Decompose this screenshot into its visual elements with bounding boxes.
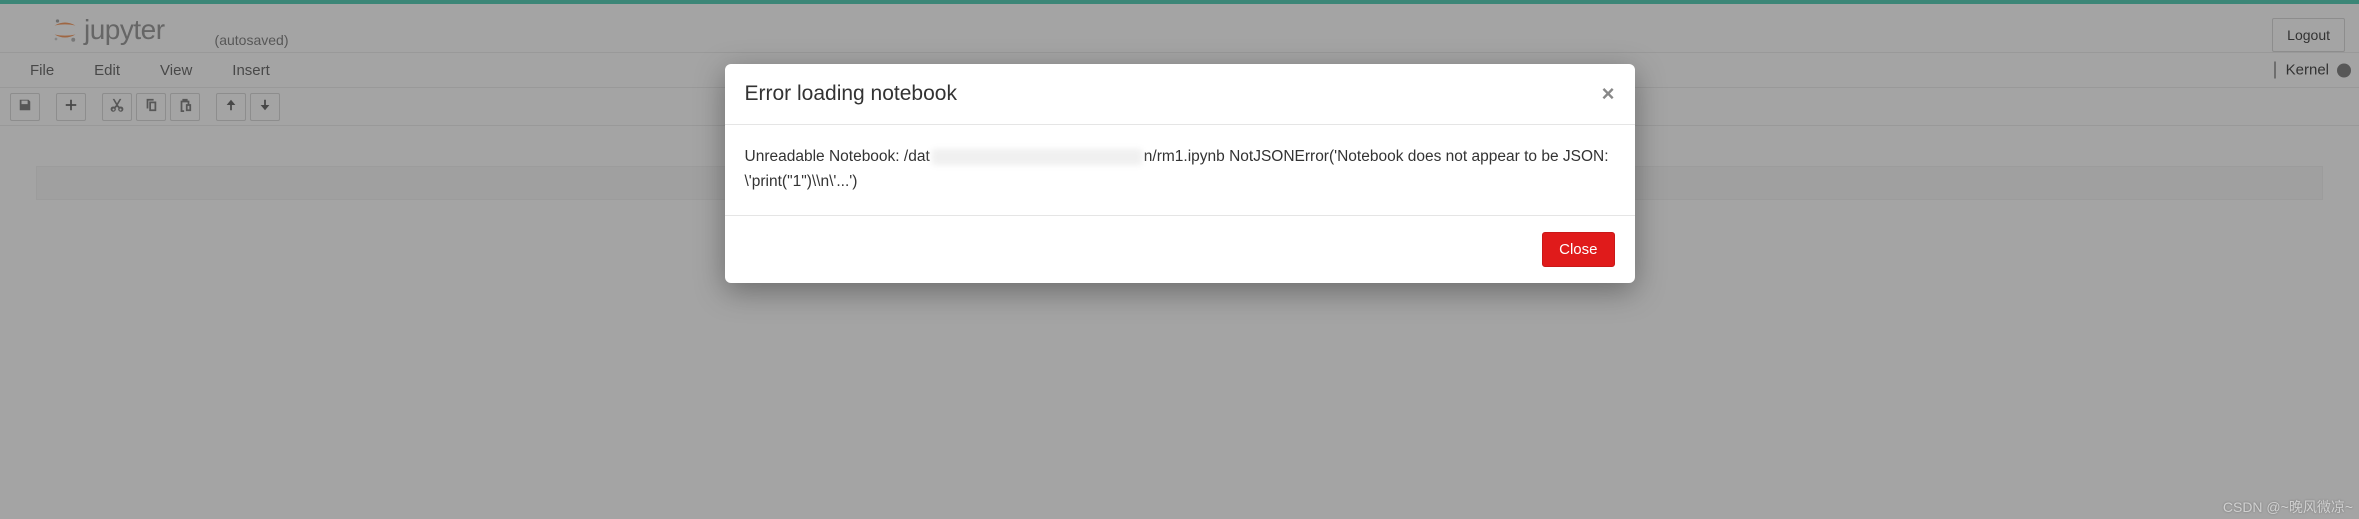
add-icon bbox=[64, 98, 78, 115]
close-icon[interactable]: × bbox=[1602, 83, 1615, 105]
menu-file[interactable]: File bbox=[10, 56, 74, 85]
error-modal: Error loading notebook × Unreadable Note… bbox=[725, 64, 1635, 283]
modal-header: Error loading notebook × bbox=[725, 64, 1635, 125]
save-button[interactable] bbox=[10, 93, 40, 121]
cut-icon bbox=[110, 98, 124, 115]
copy-button[interactable] bbox=[136, 93, 166, 121]
menu-insert[interactable]: Insert bbox=[212, 56, 290, 85]
close-button[interactable]: Close bbox=[1542, 232, 1614, 267]
kernel-status-icon bbox=[2337, 63, 2351, 77]
jupyter-icon bbox=[50, 15, 80, 45]
paste-button[interactable] bbox=[170, 93, 200, 121]
paste-icon bbox=[178, 98, 192, 115]
jupyter-logo[interactable]: jupyter bbox=[50, 14, 165, 46]
modal-footer: Close bbox=[725, 216, 1635, 283]
add-cell-button[interactable] bbox=[56, 93, 86, 121]
watermark: CSDN @~晚风微凉~ bbox=[2223, 497, 2353, 517]
menu-view[interactable]: View bbox=[140, 56, 212, 85]
copy-icon bbox=[144, 98, 158, 115]
save-icon bbox=[18, 98, 32, 115]
move-down-icon bbox=[258, 98, 272, 115]
header: jupyter (autosaved) Logout bbox=[0, 4, 2359, 52]
kernel-indicator[interactable]: Kernel bbox=[2274, 62, 2351, 79]
redacted-path bbox=[932, 149, 1142, 165]
modal-title: Error loading notebook bbox=[745, 82, 957, 106]
cut-button[interactable] bbox=[102, 93, 132, 121]
kernel-label: Kernel bbox=[2286, 62, 2329, 79]
move-up-button[interactable] bbox=[216, 93, 246, 121]
logout-button[interactable]: Logout bbox=[2272, 18, 2345, 52]
autosave-status: (autosaved) bbox=[215, 32, 289, 48]
error-text-prefix: Unreadable Notebook: /dat bbox=[745, 148, 930, 165]
brand-name: jupyter bbox=[84, 14, 165, 46]
menu-edit[interactable]: Edit bbox=[74, 56, 140, 85]
move-up-icon bbox=[224, 98, 238, 115]
move-down-button[interactable] bbox=[250, 93, 280, 121]
modal-body: Unreadable Notebook: /datn/rm1.ipynb Not… bbox=[725, 125, 1635, 216]
